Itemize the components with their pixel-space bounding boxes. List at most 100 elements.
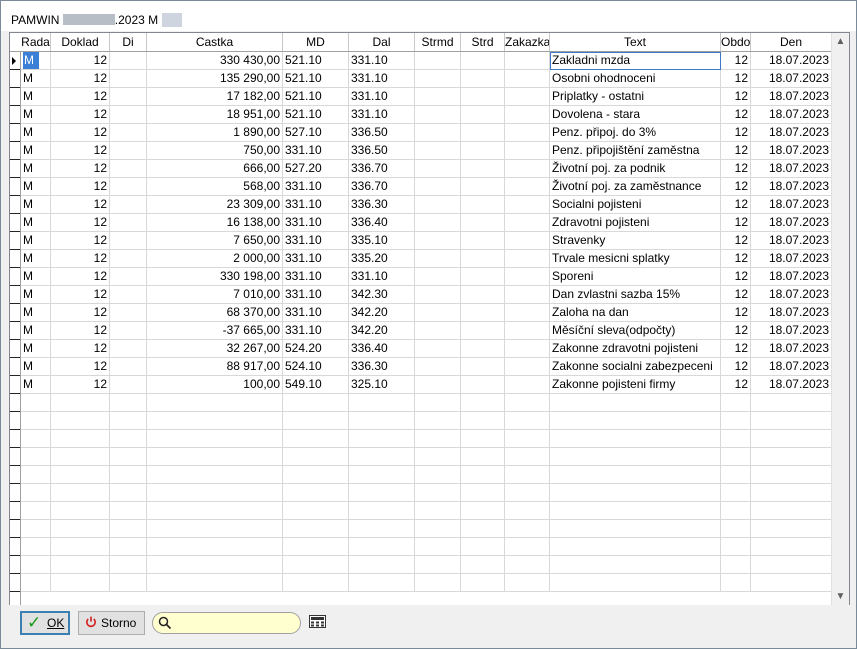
cell-dal[interactable] [349,556,415,574]
cell-doklad[interactable]: 12 [51,88,110,106]
cell-md[interactable]: 331.10 [283,286,349,304]
cell-md[interactable]: 331.10 [283,268,349,286]
cell-obdo[interactable]: 12 [721,250,751,268]
ok-button[interactable]: ✓ OK [20,611,70,635]
cell-md[interactable]: 521.10 [283,88,349,106]
cell-di[interactable] [110,466,147,484]
cell-dal[interactable]: 336.40 [349,340,415,358]
cell-doklad[interactable] [51,502,110,520]
empty-row[interactable] [21,556,832,574]
cell-md[interactable]: 521.10 [283,106,349,124]
row-indicator[interactable] [10,52,20,70]
cell-zakazka[interactable] [505,340,550,358]
table-row[interactable]: M 12 1 890,00 527.10 336.50 Penz. připoj. do … [21,124,832,142]
cell-zakazka[interactable] [505,376,550,394]
cell-md[interactable] [283,412,349,430]
cell-di[interactable] [110,124,147,142]
cell-di[interactable] [110,142,147,160]
cell-doklad[interactable]: 12 [51,340,110,358]
cell-castka[interactable]: 330 430,00 [147,52,283,70]
cell-di[interactable] [110,70,147,88]
cell-obdo[interactable] [721,466,751,484]
cell-dal[interactable] [349,520,415,538]
cell-dal[interactable]: 336.30 [349,358,415,376]
cell-den[interactable]: 18.07.2023 [751,52,832,70]
cell-doklad[interactable]: 12 [51,142,110,160]
cell-di[interactable] [110,520,147,538]
cell-rada[interactable]: M [21,106,51,124]
cell-md[interactable]: 549.10 [283,376,349,394]
cell-dal[interactable]: 325.10 [349,376,415,394]
cell-strd[interactable] [461,322,505,340]
cell-doklad[interactable] [51,430,110,448]
row-indicator[interactable] [10,88,20,106]
cell-den[interactable] [751,448,832,466]
row-indicator[interactable] [10,394,20,412]
row-indicator[interactable] [10,142,20,160]
cell-strd[interactable] [461,556,505,574]
cell-strd[interactable] [461,106,505,124]
cell-obdo[interactable]: 12 [721,196,751,214]
cell-rada[interactable]: M [21,178,51,196]
row-indicator[interactable] [10,412,20,430]
cell-strmd[interactable] [415,502,461,520]
cell-dal[interactable]: 336.50 [349,124,415,142]
row-indicator[interactable] [10,196,20,214]
cell-md[interactable]: 331.10 [283,142,349,160]
cell-strmd[interactable] [415,88,461,106]
cell-md[interactable] [283,484,349,502]
cell-rada[interactable] [21,430,51,448]
cell-dal[interactable]: 336.70 [349,160,415,178]
cell-zakazka[interactable] [505,196,550,214]
cell-text[interactable]: Dan zvlastni sazba 15% [550,286,721,304]
cell-zakazka[interactable] [505,214,550,232]
cell-castka[interactable]: 18 951,00 [147,106,283,124]
table-row[interactable]: M 12 7 650,00 331.10 335.10 Stravenky 12 18.07.… [21,232,832,250]
cell-zakazka[interactable] [505,520,550,538]
cell-text[interactable]: Penz. připoj. do 3% [550,124,721,142]
cell-den[interactable] [751,466,832,484]
cell-rada[interactable] [21,394,51,412]
cell-strmd[interactable] [415,196,461,214]
cell-obdo[interactable] [721,430,751,448]
cell-castka[interactable]: 100,00 [147,376,283,394]
cell-md[interactable] [283,466,349,484]
empty-row[interactable] [21,412,832,430]
table-row[interactable]: M 12 17 182,00 521.10 331.10 Priplatky - osta… [21,88,832,106]
empty-row[interactable] [21,484,832,502]
cell-castka[interactable] [147,520,283,538]
cell-obdo[interactable]: 12 [721,268,751,286]
column-header-strmd[interactable]: Strmd [415,33,461,51]
cell-di[interactable] [110,196,147,214]
cell-obdo[interactable]: 12 [721,376,751,394]
cell-doklad[interactable]: 12 [51,358,110,376]
cell-obdo[interactable] [721,556,751,574]
cell-strd[interactable] [461,304,505,322]
row-indicator[interactable] [10,376,20,394]
empty-row[interactable] [21,448,832,466]
cell-dal[interactable]: 336.70 [349,178,415,196]
cell-doklad[interactable] [51,574,110,592]
cell-strd[interactable] [461,520,505,538]
cell-doklad[interactable]: 12 [51,196,110,214]
cell-strd[interactable] [461,358,505,376]
row-indicator[interactable] [10,484,20,502]
cell-md[interactable] [283,520,349,538]
chevron-up-icon[interactable]: ▲ [832,33,849,50]
cell-rada[interactable]: M [21,196,51,214]
cell-obdo[interactable]: 12 [721,52,751,70]
cell-den[interactable]: 18.07.2023 [751,196,832,214]
column-header-den[interactable]: Den [751,33,832,51]
column-header-text[interactable]: Text [550,33,721,51]
cell-castka[interactable]: 7 650,00 [147,232,283,250]
cell-strmd[interactable] [415,70,461,88]
cell-di[interactable] [110,52,147,70]
vertical-scrollbar[interactable]: ▲ ▼ [831,33,849,605]
cell-strmd[interactable] [415,574,461,592]
cell-zakazka[interactable] [505,88,550,106]
cell-rada[interactable]: M [21,250,51,268]
cell-doklad[interactable]: 12 [51,250,110,268]
cell-md[interactable] [283,574,349,592]
cell-rada[interactable] [21,538,51,556]
cell-castka[interactable]: 1 890,00 [147,124,283,142]
